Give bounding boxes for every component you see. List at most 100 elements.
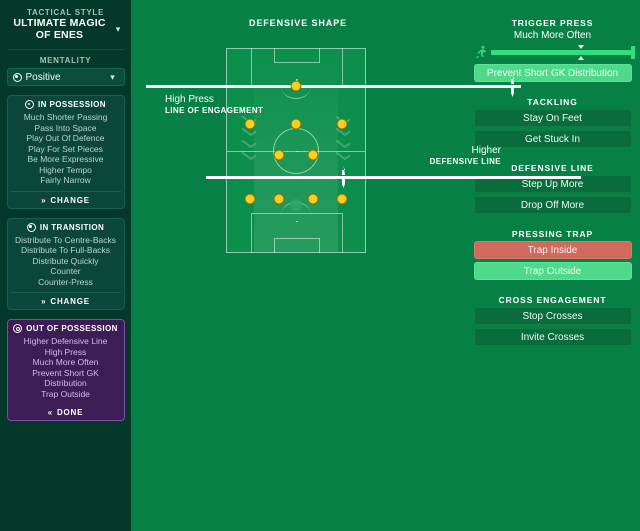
pressing-trap-trap-outside-button[interactable]: Trap Outside: [473, 262, 632, 280]
pressing-trap-title: PRESSING TRAP: [511, 229, 594, 239]
panel-in-transition[interactable]: IN TRANSITION Distribute To Centre-Backs…: [6, 217, 125, 310]
player-striker[interactable]: [290, 80, 302, 92]
in-possession-change-label: CHANGE: [50, 195, 90, 205]
list-item: Higher Defensive Line: [23, 336, 108, 346]
cross-engagement-invite-crosses-button[interactable]: Invite Crosses: [473, 328, 632, 346]
defensive-line-title: DEFENSIVE LINE: [511, 163, 594, 173]
possession-icon: [25, 100, 35, 109]
tactical-style-label: TACTICAL STYLE: [26, 8, 105, 17]
pitch-overlay-layer: High Press LINE OF ENGAGEMENT Higher DEF…: [131, 0, 581, 531]
cross-engagement-stop-crosses-button[interactable]: Stop Crosses: [473, 307, 632, 325]
line-of-engagement-note: High Press LINE OF ENGAGEMENT: [165, 94, 263, 116]
player-centre-mid-right[interactable]: [307, 149, 319, 161]
list-item: Counter-Press: [38, 276, 93, 287]
line-of-engagement-value: High Press: [165, 94, 214, 105]
player-centre-back-right[interactable]: [307, 193, 319, 205]
defensive-line-value: Higher: [471, 145, 501, 156]
tackling-title: TACKLING: [527, 97, 578, 107]
tactical-style-selector[interactable]: ULTIMATE MAGIC OF ENES ▾: [5, 17, 126, 41]
double-chevron-right-icon: »: [41, 297, 47, 306]
defensive-line-drop-off-more-button[interactable]: Drop Off More: [473, 196, 632, 214]
defensive-line-handle[interactable]: [339, 166, 348, 188]
mentality-label: MENTALITY: [39, 56, 92, 65]
mentality-icon: [12, 72, 22, 82]
panel-out-of-possession-list: Higher Defensive Line High Press Much Mo…: [11, 336, 121, 399]
prevent-short-gk-distribution-button[interactable]: Prevent Short GK Distribution: [473, 64, 632, 82]
double-chevron-right-icon: »: [41, 195, 47, 205]
pressing-trap-trap-inside-button[interactable]: Trap Inside: [473, 241, 632, 259]
panel-out-of-possession-title: OUT OF POSSESSION: [26, 324, 118, 333]
mentality-value: Positive: [25, 71, 61, 83]
list-item: Higher Tempo: [39, 164, 92, 175]
pitch-column: DEFENSIVE SHAPE High Press LINE OF ENGAG…: [131, 0, 581, 531]
six-yard-box-top: [274, 48, 320, 63]
running-player-icon: [474, 45, 488, 59]
list-item: Fairly Narrow: [40, 175, 91, 185]
goalkeeper-marker: [290, 199, 302, 211]
list-item: Counter: [50, 266, 81, 276]
line-of-engagement-line[interactable]: [146, 85, 521, 88]
transition-icon: [26, 222, 36, 232]
trigger-press-slider[interactable]: [474, 44, 635, 60]
defensive-line-note: Higher DEFENSIVE LINE: [371, 145, 501, 167]
tactics-sidebar: TACTICAL STYLE ULTIMATE MAGIC OF ENES ▾ …: [0, 0, 131, 531]
player-left-winger[interactable]: [244, 118, 256, 130]
tactics-screen: TACTICAL STYLE ULTIMATE MAGIC OF ENES ▾ …: [0, 0, 640, 531]
player-centre-back-left[interactable]: [273, 193, 285, 205]
slider-marker-bottom: [577, 55, 584, 60]
trigger-press-value: Much More Often: [513, 30, 592, 41]
out-of-possession-icon: [13, 324, 23, 333]
chevron-down-icon[interactable]: ▾: [107, 72, 119, 83]
instructions-panel: TRIGGER PRESS Much More Often Prevent Sh…: [465, 0, 640, 531]
double-chevron-left-icon: «: [47, 408, 53, 417]
player-centre-mid-left[interactable]: [273, 149, 285, 161]
list-item: Distribute To Centre-Backs: [15, 234, 116, 245]
pitch[interactable]: [226, 48, 366, 253]
tactical-style-value: ULTIMATE MAGIC OF ENES: [13, 17, 106, 41]
panel-in-possession-title: IN POSSESSION: [38, 100, 106, 109]
defensive-line-caption: DEFENSIVE LINE: [429, 157, 501, 166]
player-right-back[interactable]: [336, 193, 348, 205]
list-item: Distribute To Full-Backs: [20, 245, 111, 255]
list-item: Play Out Of Defence: [26, 133, 105, 143]
out-of-possession-done-button[interactable]: « DONE: [11, 404, 121, 417]
list-item: Be More Expressive: [27, 154, 104, 164]
list-item: High Press: [44, 346, 87, 357]
list-item: Prevent Short GK: [32, 367, 99, 378]
player-right-winger[interactable]: [336, 118, 348, 130]
tackling-stay-on-feet-button[interactable]: Stay On Feet: [473, 109, 632, 127]
panel-in-transition-list: Distribute To Centre-Backs Distribute To…: [11, 235, 121, 288]
in-transition-change-button[interactable]: » CHANGE: [10, 292, 121, 306]
panel-in-possession[interactable]: IN POSSESSION Much Shorter Passing Pass …: [6, 95, 125, 209]
chevron-down-icon[interactable]: ▾: [112, 24, 124, 35]
sidebar-divider: [7, 49, 124, 50]
six-yard-box-bottom: [274, 238, 320, 253]
list-item: Play For Set Pieces: [28, 143, 103, 154]
list-item: Much Shorter Passing: [23, 112, 108, 122]
list-item: Distribute Quickly: [32, 255, 99, 266]
panel-in-possession-list: Much Shorter Passing Pass Into Space Pla…: [11, 112, 121, 186]
panel-out-of-possession-header: OUT OF POSSESSION: [13, 324, 118, 333]
player-left-back[interactable]: [244, 193, 256, 205]
line-of-engagement-caption: LINE OF ENGAGEMENT: [165, 106, 264, 115]
mentality-dropdown[interactable]: Positive ▾: [6, 68, 125, 86]
penalty-spot-bottom: [296, 220, 298, 222]
panel-in-transition-header: IN TRANSITION: [26, 222, 105, 232]
defensive-line-line[interactable]: [206, 176, 581, 179]
centre-spot: [296, 150, 298, 152]
cross-engagement-title: CROSS ENGAGEMENT: [498, 295, 607, 305]
line-of-engagement-handle[interactable]: [508, 75, 517, 97]
list-item: Pass Into Space: [34, 122, 97, 133]
list-item: Trap Outside: [41, 388, 90, 399]
trigger-press-title: TRIGGER PRESS: [511, 18, 594, 28]
trigger-press-track[interactable]: [490, 44, 635, 60]
panel-in-transition-title: IN TRANSITION: [39, 222, 105, 232]
panel-in-possession-header: IN POSSESSION: [25, 100, 106, 109]
in-possession-change-button[interactable]: » CHANGE: [10, 190, 121, 205]
in-transition-change-label: CHANGE: [50, 297, 90, 306]
list-item: Much More Often: [32, 357, 99, 367]
panel-out-of-possession[interactable]: OUT OF POSSESSION Higher Defensive Line …: [6, 319, 125, 421]
slider-marker-top: [577, 44, 584, 49]
player-attacking-mid[interactable]: [290, 118, 302, 130]
out-of-possession-done-label: DONE: [56, 408, 84, 417]
